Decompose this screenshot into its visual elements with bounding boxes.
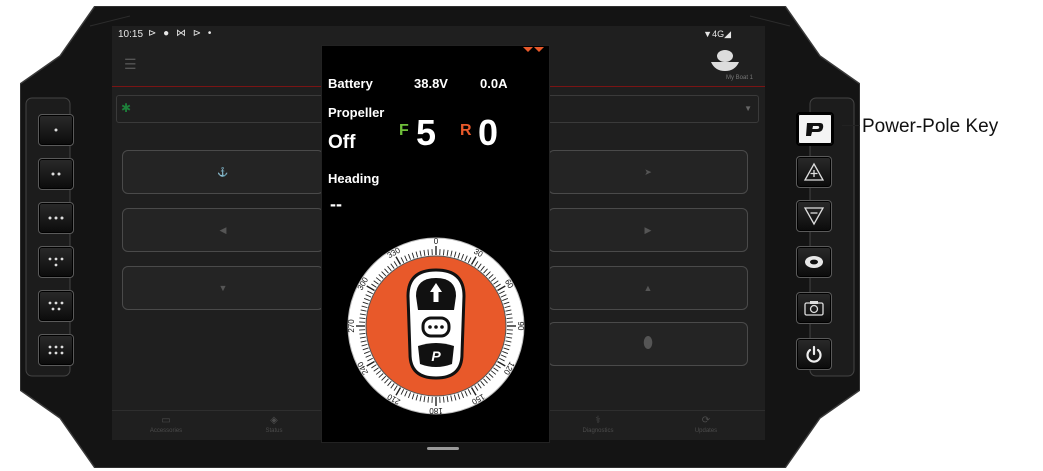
home-indicator[interactable] <box>427 447 459 450</box>
battery-voltage: 38.8V <box>414 76 448 91</box>
signal-icon: ▼4G◢ <box>703 29 731 39</box>
svg-text:P: P <box>431 348 441 364</box>
left-arrow-button[interactable]: ◀ <box>122 208 324 252</box>
compass-tick <box>359 317 366 320</box>
chevron-down-icon: ▼ <box>744 104 752 113</box>
notification-icons: ⊳ ● ⋈ ⊳ • <box>148 28 214 39</box>
battery-current: 0.0A <box>480 76 508 91</box>
collapse-chevron-icon[interactable] <box>522 46 546 54</box>
nav-accessories[interactable]: ▭ Accessories <box>136 415 196 434</box>
eye-button[interactable] <box>796 246 832 278</box>
arrow-left-icon: ◀ <box>219 224 227 235</box>
left-button-4[interactable] <box>38 246 74 278</box>
remote-icon: ⬮ <box>642 335 654 352</box>
forward-speed: 5 <box>416 112 437 153</box>
accessories-icon: ▭ <box>161 415 171 426</box>
nav-updates[interactable]: ⟳ Updates <box>676 415 736 434</box>
reverse-speed: 0 <box>478 112 499 153</box>
nav-updates-label: Updates <box>694 428 718 434</box>
nav-status[interactable]: ◈ Status <box>244 415 304 434</box>
status-icon: ◈ <box>270 415 278 426</box>
deploy-down-button[interactable] <box>796 200 832 232</box>
updates-icon: ⟳ <box>701 415 711 426</box>
arrow-right-icon: ▶ <box>644 224 652 235</box>
remote-control-icon: P <box>406 268 466 380</box>
left-button-6[interactable] <box>38 334 74 366</box>
left-button-1[interactable] <box>38 114 74 146</box>
heading-label: Heading <box>328 171 380 186</box>
arrow-down-icon: ▼ <box>218 283 228 293</box>
up-arrow-button[interactable]: ▲ <box>548 266 748 310</box>
down-arrow-button[interactable]: ▼ <box>122 266 324 310</box>
heading-value: -- <box>330 194 342 214</box>
compass-tick <box>427 249 430 256</box>
remote-button[interactable]: ⬮ <box>548 322 748 366</box>
deploy-up-button[interactable] <box>796 156 832 188</box>
eye-icon <box>805 256 823 268</box>
menu-icon[interactable]: ☰ <box>124 56 137 73</box>
arrow-up-icon: ▲ <box>643 283 653 293</box>
compass-dial: 0306090120150180210240270300330 P <box>347 237 525 415</box>
compass-label: 270 <box>347 319 356 333</box>
propeller-label: Propeller <box>328 105 385 120</box>
status-bar: 10:15 ⊳ ● ⋈ ⊳ • ▼4G◢ <box>112 26 765 44</box>
navigate-button[interactable]: ➤ <box>548 150 748 194</box>
boat-icon[interactable] <box>705 48 745 74</box>
compass-label: 180 <box>429 406 443 415</box>
compass-label: 90 <box>516 322 525 331</box>
boat-name[interactable]: My Boat 1 <box>726 75 753 81</box>
trolling-motor-overlay: Battery 38.8V 0.0A Propeller Off F 5 R 0… <box>321 45 550 443</box>
power-pole-logo-icon <box>806 123 824 136</box>
compass-label: 0 <box>434 237 439 246</box>
compass-tick <box>359 332 366 335</box>
nav-diagnostics[interactable]: ⚕ Diagnostics <box>568 415 628 434</box>
diagnostics-icon: ⚕ <box>595 415 601 426</box>
compass-tick <box>427 396 430 403</box>
compass-tick <box>442 396 445 403</box>
forward-letter: F <box>399 122 409 139</box>
left-button-5[interactable] <box>38 290 74 322</box>
anchor-button[interactable]: ⚓ <box>122 150 324 194</box>
power-icon <box>806 345 822 363</box>
nav-status-label: Status <box>265 428 283 434</box>
power-pole-key-callout: Power-Pole Key <box>862 116 999 137</box>
propeller-state: Off <box>328 132 356 153</box>
left-button-2[interactable] <box>38 158 74 190</box>
status-time: 10:15 <box>118 29 144 40</box>
power-button[interactable] <box>796 338 832 370</box>
triangle-down-icon <box>803 207 825 226</box>
navigate-icon: ➤ <box>644 166 652 177</box>
bluetooth-icon: ✱ <box>121 101 132 115</box>
compass-tick <box>442 249 445 256</box>
compass-tick <box>506 332 513 335</box>
camera-icon <box>804 301 824 316</box>
right-arrow-button[interactable]: ▶ <box>548 208 748 252</box>
anchor-icon: ⚓ <box>217 166 229 177</box>
left-button-3[interactable] <box>38 202 74 234</box>
nav-accessories-label: Accessories <box>149 428 183 434</box>
triangle-plus-icon <box>803 162 825 181</box>
power-pole-key-button[interactable] <box>796 112 834 146</box>
nav-diagnostics-label: Diagnostics <box>582 428 614 434</box>
callout-line <box>842 125 860 126</box>
battery-label: Battery <box>328 76 373 91</box>
reverse-letter: R <box>460 122 472 139</box>
compass-tick <box>506 317 513 320</box>
camera-button[interactable] <box>796 292 832 324</box>
